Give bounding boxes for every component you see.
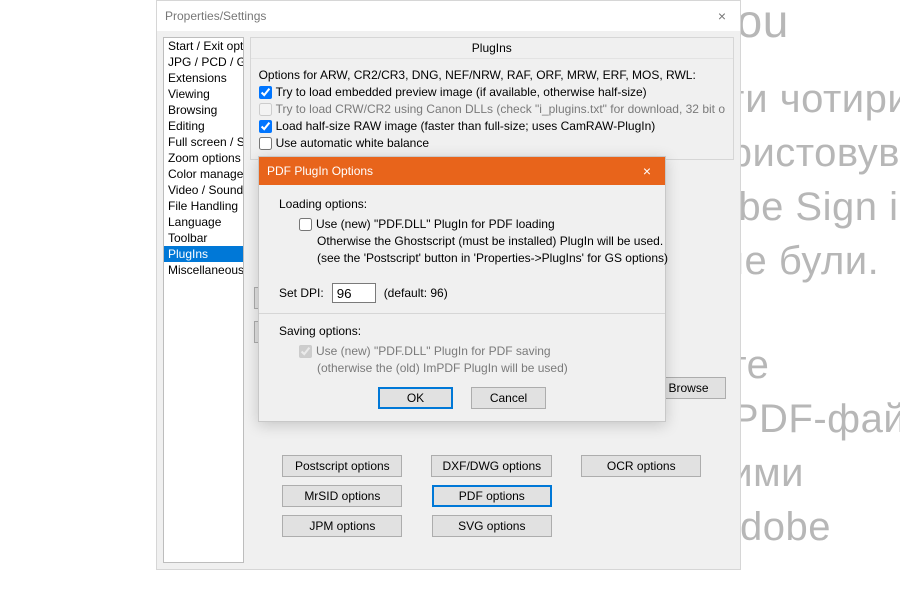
- dpi-input[interactable]: [332, 283, 376, 303]
- ocr-options-button[interactable]: OCR options: [581, 455, 701, 477]
- cb-canon-dlls: Try to load CRW/CR2 using Canon DLLs (ch…: [259, 102, 725, 116]
- category-item[interactable]: JPG / PCD / GIF: [164, 54, 243, 70]
- close-icon[interactable]: ×: [712, 8, 732, 24]
- cb-auto-white-balance[interactable]: Use automatic white balance: [259, 136, 429, 150]
- category-item[interactable]: Miscellaneous: [164, 262, 243, 278]
- pdf-plugin-options-dialog: PDF PlugIn Options × Loading options: Us…: [258, 156, 666, 422]
- category-item[interactable]: Start / Exit options: [164, 38, 243, 54]
- cb-half-size-raw-label: Load half-size RAW image (faster than fu…: [276, 119, 656, 133]
- pdf-options-button[interactable]: PDF options: [432, 485, 552, 507]
- cb-use-pdfdll-load[interactable]: Use (new) "PDF.DLL" PlugIn for PDF loadi…: [299, 217, 555, 231]
- category-item[interactable]: Extensions: [164, 70, 243, 86]
- cb-use-pdfdll-save-label: Use (new) "PDF.DLL" PlugIn for PDF savin…: [316, 344, 551, 358]
- svg-options-button[interactable]: SVG options: [432, 515, 552, 537]
- pdf-dialog-titlebar[interactable]: PDF PlugIn Options ×: [259, 157, 665, 185]
- category-item[interactable]: Editing: [164, 118, 243, 134]
- category-list[interactable]: Start / Exit optionsJPG / PCD / GIFExten…: [163, 37, 244, 563]
- jpm-options-button[interactable]: JPM options: [282, 515, 402, 537]
- category-item[interactable]: Language: [164, 214, 243, 230]
- cb-use-pdfdll-load-input[interactable]: [299, 218, 312, 231]
- cb-embedded-preview-input[interactable]: [259, 86, 272, 99]
- cb-use-pdfdll-save-input: [299, 345, 312, 358]
- ghostscript-note-1: Otherwise the Ghostscript (must be insta…: [269, 234, 655, 248]
- cb-use-pdfdll-save: Use (new) "PDF.DLL" PlugIn for PDF savin…: [299, 344, 551, 358]
- plugins-group-title: PlugIns: [251, 38, 733, 59]
- close-icon[interactable]: ×: [629, 157, 665, 185]
- cb-auto-white-balance-input[interactable]: [259, 137, 272, 150]
- cb-half-size-raw[interactable]: Load half-size RAW image (faster than fu…: [259, 119, 656, 133]
- category-item[interactable]: File Handling: [164, 198, 243, 214]
- set-dpi-label: Set DPI:: [279, 286, 324, 300]
- plugins-groupbox: PlugIns Options for ARW, CR2/CR3, DNG, N…: [250, 37, 734, 160]
- pdf-dialog-title: PDF PlugIn Options: [267, 164, 373, 178]
- cb-canon-dlls-label: Try to load CRW/CR2 using Canon DLLs (ch…: [276, 102, 725, 116]
- properties-titlebar[interactable]: Properties/Settings ×: [157, 1, 740, 31]
- impdf-note: (otherwise the (old) ImPDF PlugIn will b…: [269, 361, 655, 375]
- category-item[interactable]: Toolbar: [164, 230, 243, 246]
- raw-options-label: Options for ARW, CR2/CR3, DNG, NEF/NRW, …: [259, 68, 725, 82]
- category-item[interactable]: PlugIns: [164, 246, 243, 262]
- ghostscript-note-2: (see the 'Postscript' button in 'Propert…: [269, 251, 655, 265]
- divider: [259, 313, 665, 314]
- loading-options-label: Loading options:: [279, 197, 655, 211]
- cb-embedded-preview-label: Try to load embedded preview image (if a…: [276, 85, 647, 99]
- category-item[interactable]: Viewing: [164, 86, 243, 102]
- pdf-cancel-button[interactable]: Cancel: [471, 387, 546, 409]
- properties-title: Properties/Settings: [165, 9, 266, 23]
- category-item[interactable]: Full screen / Slideshow: [164, 134, 243, 150]
- dpi-default-label: (default: 96): [384, 286, 448, 300]
- mrsid-options-button[interactable]: MrSID options: [282, 485, 402, 507]
- category-item[interactable]: Color management: [164, 166, 243, 182]
- postscript-options-button[interactable]: Postscript options: [282, 455, 402, 477]
- cb-use-pdfdll-load-label: Use (new) "PDF.DLL" PlugIn for PDF loadi…: [316, 217, 555, 231]
- cb-half-size-raw-input[interactable]: [259, 120, 272, 133]
- cb-embedded-preview[interactable]: Try to load embedded preview image (if a…: [259, 85, 647, 99]
- category-item[interactable]: Video / Sound: [164, 182, 243, 198]
- category-item[interactable]: Zoom options: [164, 150, 243, 166]
- cb-auto-white-balance-label: Use automatic white balance: [276, 136, 429, 150]
- cb-canon-dlls-input: [259, 103, 272, 116]
- saving-options-label: Saving options:: [279, 324, 655, 338]
- dxf-dwg-options-button[interactable]: DXF/DWG options: [431, 455, 552, 477]
- category-item[interactable]: Browsing: [164, 102, 243, 118]
- pdf-ok-button[interactable]: OK: [378, 387, 453, 409]
